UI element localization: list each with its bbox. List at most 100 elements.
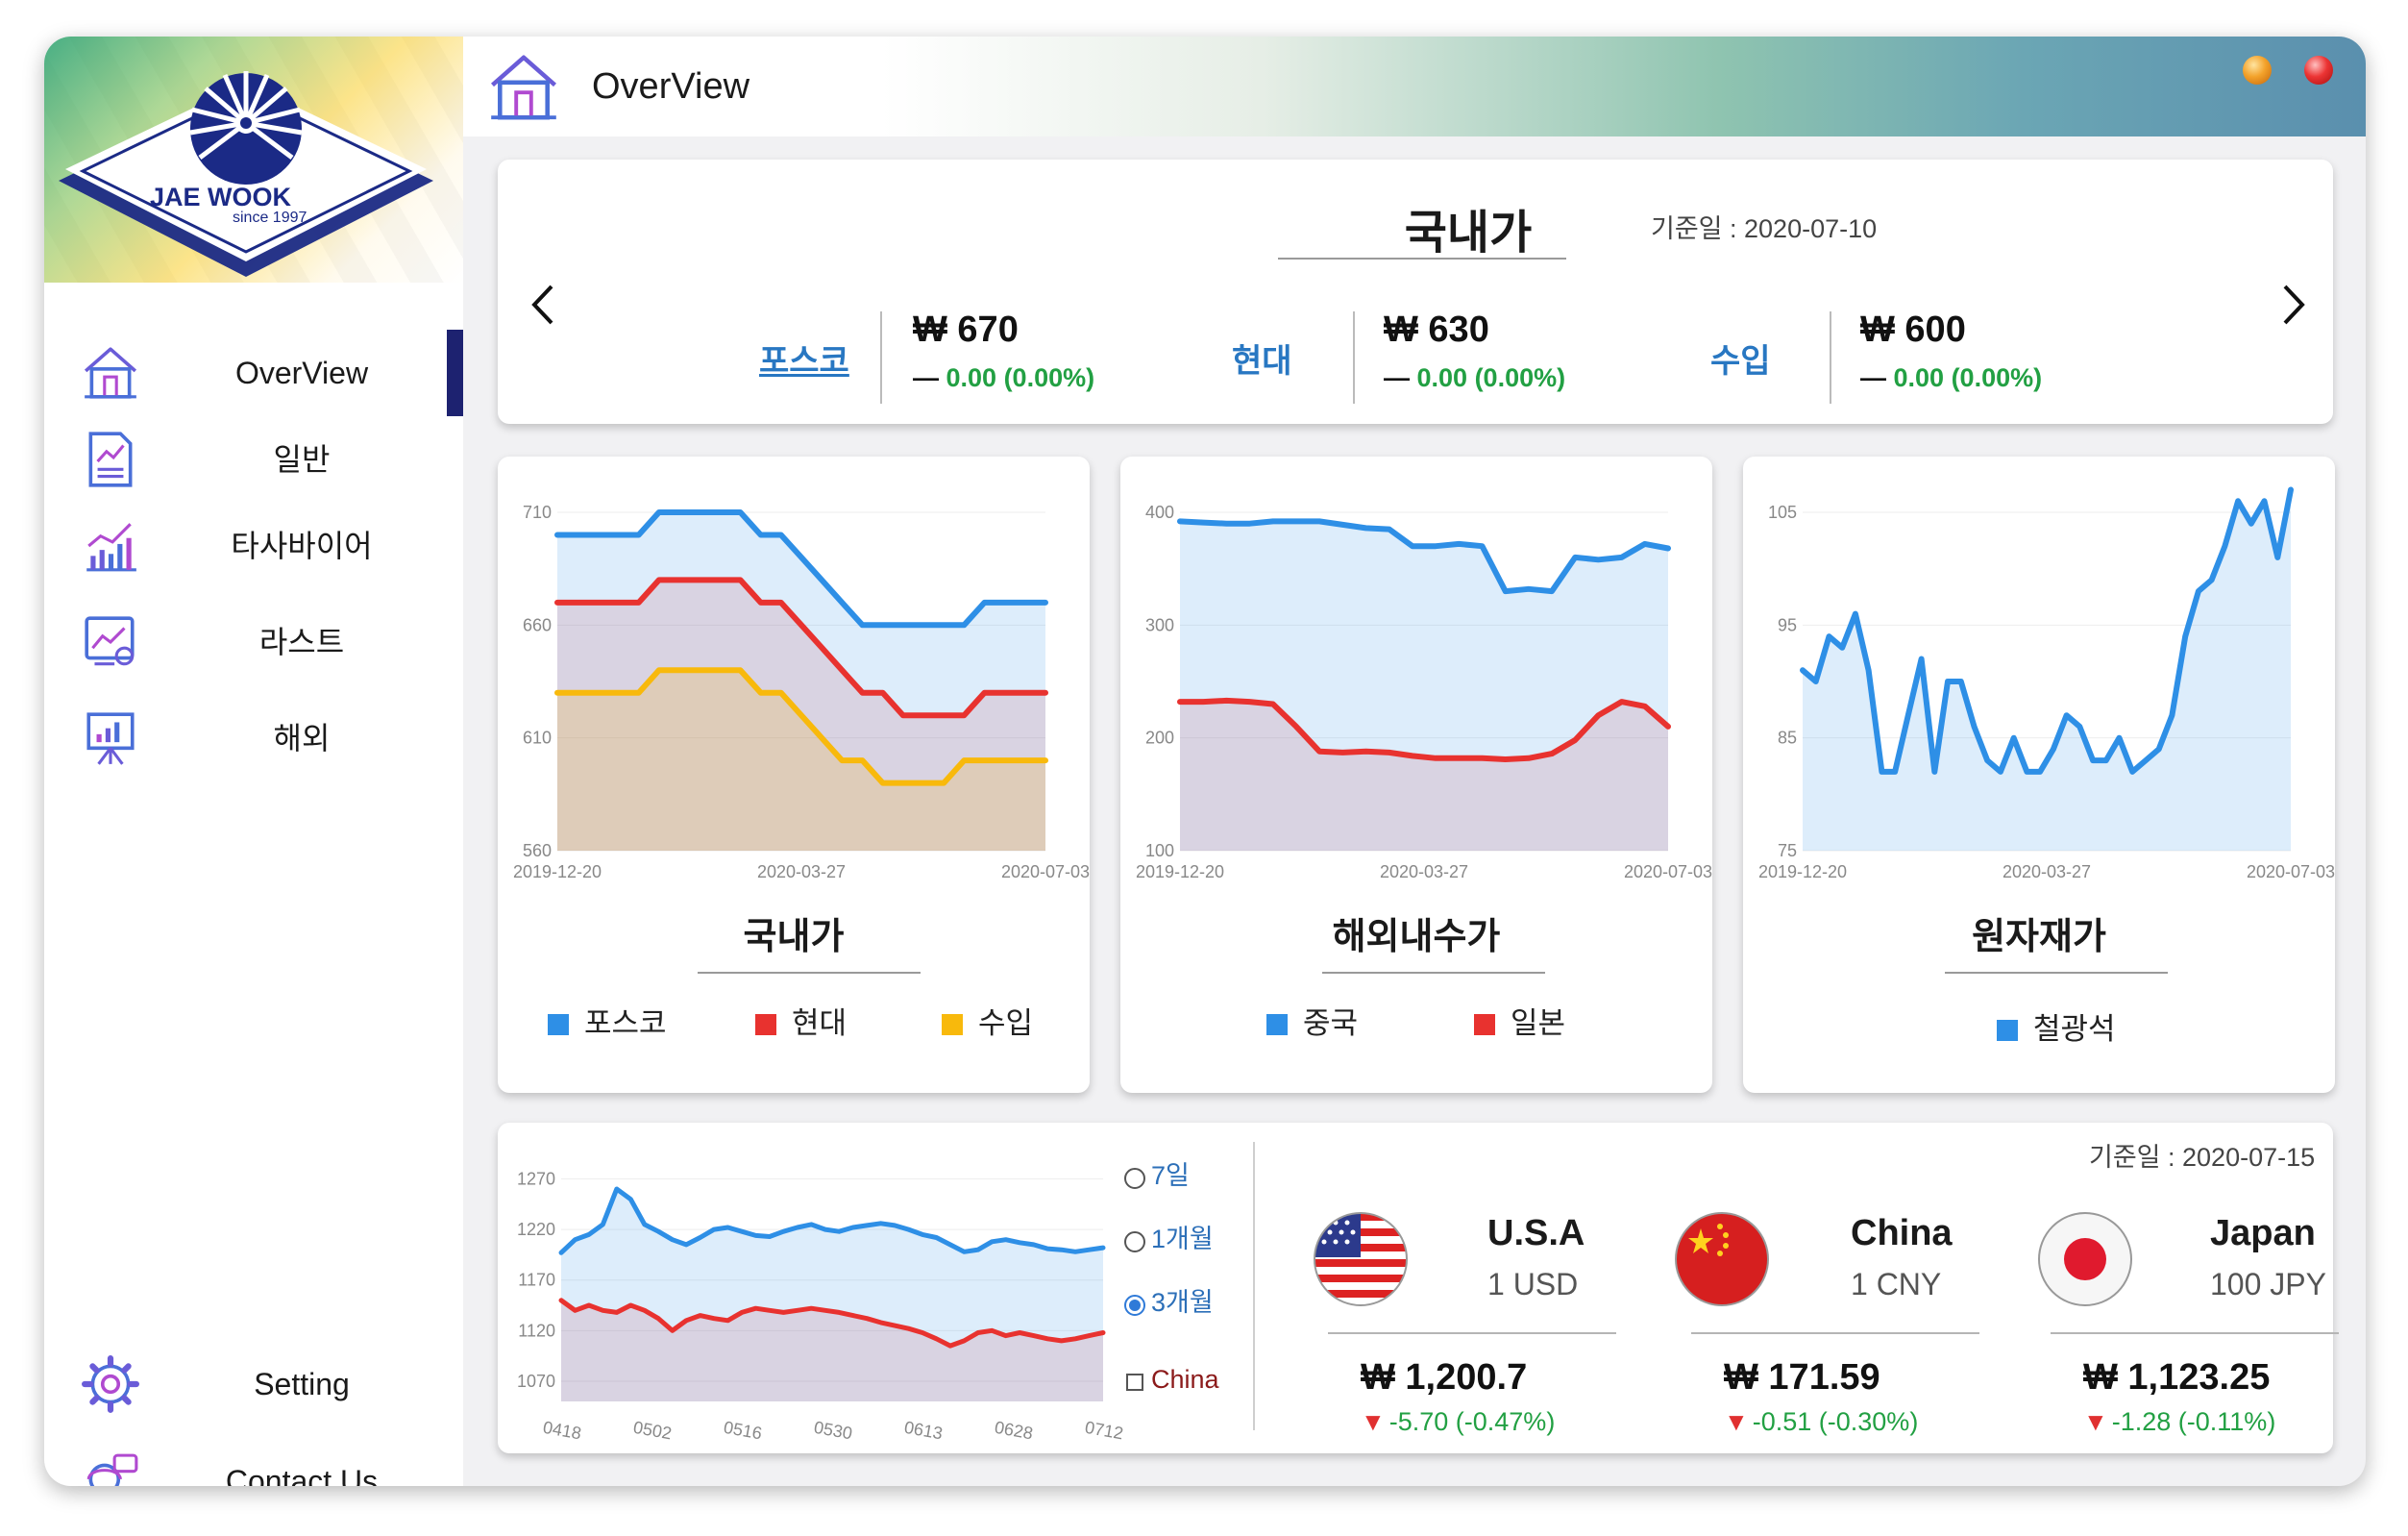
legend-item-japan[interactable]: 일본 xyxy=(1474,1004,1565,1043)
fx-country-china: China xyxy=(1851,1213,1953,1253)
price-separator xyxy=(880,311,882,404)
legend-label: 중국 xyxy=(1303,1006,1359,1040)
panel-separator xyxy=(1253,1142,1255,1430)
radio-label: 3개월 xyxy=(1151,1288,1214,1317)
x-tick-label: 0613 xyxy=(903,1418,945,1444)
fx-change-japan: ▼ -1.28 (-0.11%) xyxy=(2083,1407,2275,1437)
home-icon xyxy=(84,347,137,399)
nav-label: OverView xyxy=(234,356,369,390)
checkbox-box xyxy=(1126,1374,1143,1391)
radio-label: 7일 xyxy=(1151,1161,1190,1190)
app-window: JAE WOOK since 1997 OverView 일반 타사바이어 라스… xyxy=(44,37,2366,1486)
x-tick-label: 2020-03-27 xyxy=(1380,862,1468,881)
price-value-import: ₩ 600 xyxy=(1860,310,1966,350)
change-text: -0.51 (-0.30%) xyxy=(1752,1407,1919,1436)
nav-item-last[interactable]: 라스트 xyxy=(44,599,463,685)
price-name-hyundai[interactable]: 현대 xyxy=(1232,334,1292,382)
nav-item-contact-us[interactable]: Contact Us xyxy=(44,1438,463,1486)
x-tick-label: 2020-03-27 xyxy=(2003,862,2091,881)
chart-title-underline xyxy=(1322,972,1545,974)
y-tick-label: 1170 xyxy=(518,1271,555,1290)
nav-item-overseas[interactable]: 해외 xyxy=(44,695,463,781)
legend-item-iron-ore[interactable]: 철광석 xyxy=(1997,1010,2116,1049)
chart-overseas: 400 300 200 100 2019-12-20 2020-03-27 2020-07-… xyxy=(1136,503,1712,881)
japan-flag-icon xyxy=(2038,1212,2132,1306)
x-tick-label: 0502 xyxy=(632,1418,674,1444)
domestic-price-panel: 국내가 기준일 : 2020-07-10 포스코 ₩ 670 — 0.00 (0… xyxy=(498,160,2333,424)
fx-divider xyxy=(1328,1332,1616,1334)
fx-unit-japan: 100 JPY xyxy=(2210,1267,2326,1301)
change-text: 0.00 (0.00%) xyxy=(1893,363,2043,392)
down-triangle-icon: ▼ xyxy=(2083,1407,2108,1436)
change-text: -1.28 (-0.11%) xyxy=(2111,1407,2276,1436)
minimize-button[interactable] xyxy=(2243,56,2272,85)
bar-chart-icon xyxy=(86,523,136,572)
y-tick-label: 710 xyxy=(523,503,552,522)
x-tick-label: 2020-07-03 xyxy=(1624,862,1712,881)
price-name-import[interactable]: 수입 xyxy=(1710,334,1771,382)
home-icon xyxy=(490,55,557,120)
fx-value-japan: ₩ 1,123.25 xyxy=(2083,1357,2271,1398)
chart-title: 국내가 xyxy=(743,917,845,957)
price-value-posco: ₩ 670 xyxy=(913,310,1019,350)
down-triangle-icon: ▼ xyxy=(1724,1407,1749,1436)
legend-item-import[interactable]: 수입 xyxy=(942,1004,1033,1043)
nav-item-overview[interactable]: OverView xyxy=(44,330,463,416)
nav-label: Setting xyxy=(254,1367,350,1401)
x-tick-label: 2020-03-27 xyxy=(757,862,846,881)
fx-unit-usa: 1 USD xyxy=(1487,1267,1579,1301)
x-tick-label: 0712 xyxy=(1084,1418,1125,1444)
y-tick-label: 610 xyxy=(523,729,552,748)
y-tick-label: 660 xyxy=(523,615,552,634)
legend-label: 일본 xyxy=(1511,1006,1566,1040)
fx-change-usa: ▼ -5.70 (-0.47%) xyxy=(1361,1407,1555,1437)
prev-arrow-button[interactable] xyxy=(521,271,569,338)
china-flag-icon xyxy=(1675,1212,1769,1306)
y-tick-label: 200 xyxy=(1145,729,1174,748)
radio-3-months[interactable]: 3개월 xyxy=(1124,1286,1214,1319)
nav-item-setting[interactable]: Setting xyxy=(44,1341,463,1427)
company-logo: JAE WOOK since 1997 xyxy=(44,37,463,283)
chart-title-underline xyxy=(1945,972,2168,974)
chart-exchange-rate: 1270 1220 1170 1120 1070 0418 0502 0516 0530 0613… xyxy=(517,1170,1125,1444)
radio-circle-selected xyxy=(1124,1295,1145,1316)
legend-item-hyundai[interactable]: 현대 xyxy=(755,1004,847,1043)
gear-icon xyxy=(82,1355,139,1413)
change-text: 0.00 (0.00%) xyxy=(1416,363,1566,392)
chart-title: 해외내수가 xyxy=(1332,917,1501,957)
legend-item-china[interactable]: 중국 xyxy=(1266,1004,1358,1043)
nav-label: 일반 xyxy=(273,442,331,477)
y-tick-label: 560 xyxy=(523,841,552,860)
fx-value-usa: ₩ 1,200.7 xyxy=(1361,1357,1528,1398)
fx-unit-china: 1 CNY xyxy=(1851,1267,1942,1301)
y-tick-label: 1270 xyxy=(517,1170,555,1189)
nav-item-other-buyers[interactable]: 타사바이어 xyxy=(44,503,463,589)
logo-since: since 1997 xyxy=(233,210,307,226)
radio-1-month[interactable]: 1개월 xyxy=(1124,1223,1214,1255)
fx-country-usa: U.S.A xyxy=(1487,1213,1585,1253)
checkbox-china[interactable]: China xyxy=(1126,1363,1219,1396)
usa-flag-icon xyxy=(1314,1212,1408,1306)
x-tick-label: 2020-07-03 xyxy=(2247,862,2335,881)
legend-item-posco[interactable]: 포스코 xyxy=(548,1004,667,1043)
nav-label: 해외 xyxy=(273,721,331,756)
change-text: -5.70 (-0.47%) xyxy=(1388,1407,1556,1436)
radio-7-days[interactable]: 7일 xyxy=(1124,1159,1190,1192)
close-button[interactable] xyxy=(2304,56,2333,85)
change-text: 0.00 (0.00%) xyxy=(946,363,1095,392)
price-name-posco[interactable]: 포스코 xyxy=(759,334,849,382)
fx-country-japan: Japan xyxy=(2210,1213,2316,1253)
easel-chart-icon xyxy=(86,712,135,765)
radio-circle xyxy=(1124,1231,1145,1252)
legend-label: 포스코 xyxy=(584,1006,667,1040)
legend-label: 수입 xyxy=(978,1006,1034,1040)
chart-card-raw-material: 105 95 85 75 2019-12-20 2020-03-27 2020-07-03 … xyxy=(1743,457,2335,1093)
chart-card-domestic: 710 660 610 560 2019-12-20 2020-03-27 2020-07-… xyxy=(498,457,1090,1093)
nav-item-general[interactable]: 일반 xyxy=(44,416,463,503)
y-tick-label: 300 xyxy=(1145,615,1174,634)
down-triangle-icon: ▼ xyxy=(1361,1407,1386,1436)
x-tick-label: 0516 xyxy=(723,1418,764,1444)
chart-title-underline xyxy=(698,972,921,974)
x-tick-label: 0628 xyxy=(994,1418,1035,1444)
next-arrow-button[interactable] xyxy=(2268,271,2316,338)
